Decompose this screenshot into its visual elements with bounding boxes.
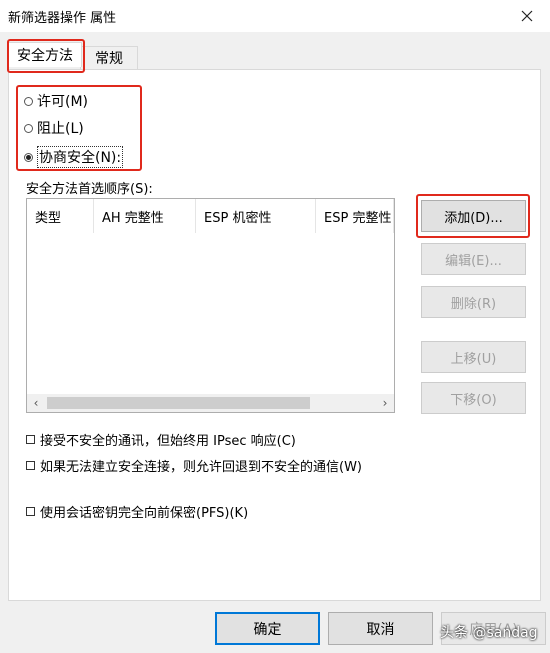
radio-negotiate-label: 协商安全(N): (37, 146, 124, 168)
close-button[interactable] (504, 0, 550, 32)
checkbox-allow-fallback[interactable]: 如果无法建立安全连接，则允许回退到不安全的通信(W) (26, 456, 362, 475)
close-icon (521, 10, 533, 22)
radio-circle (24, 123, 33, 133)
col-type[interactable]: 类型 (27, 199, 94, 233)
ok-button[interactable]: 确定 (215, 612, 320, 645)
checkbox-accept-unsecured-label: 接受不安全的通讯，但始终用 IPsec 响应(C) (40, 434, 296, 449)
horizontal-scrollbar[interactable]: ‹ › (27, 394, 394, 412)
watermark: 头条 @sandag (440, 625, 538, 641)
checkbox-pfs-label: 使用会话密钥完全向前保密(PFS)(K) (40, 506, 249, 521)
tab-security-methods[interactable]: 安全方法 (8, 42, 82, 67)
add-button[interactable]: 添加(D)... (421, 200, 526, 232)
scroll-thumb[interactable] (47, 397, 310, 409)
checkbox-accept-unsecured[interactable]: 接受不安全的通讯，但始终用 IPsec 响应(C) (26, 430, 296, 449)
edit-button[interactable]: 编辑(E)... (421, 243, 526, 275)
checkbox-pfs[interactable]: 使用会话密钥完全向前保密(PFS)(K) (26, 502, 248, 521)
checkbox-box (26, 507, 35, 516)
checkbox-box (26, 435, 35, 444)
radio-block-label: 阻止(L) (37, 121, 84, 137)
delete-button[interactable]: 删除(R) (421, 286, 526, 318)
tab-general[interactable]: 常规 (80, 46, 138, 69)
radio-negotiate[interactable]: 协商安全(N): (24, 146, 124, 168)
scroll-right-icon[interactable]: › (376, 394, 394, 412)
title-bar: 新筛选器操作 属性 (0, 0, 550, 32)
listview-header: 类型 AH 完整性 ESP 机密性 ESP 完整性 (27, 199, 394, 233)
checkbox-allow-fallback-label: 如果无法建立安全连接，则允许回退到不安全的通信(W) (40, 460, 362, 475)
radio-circle-selected (24, 152, 33, 162)
radio-block[interactable]: 阻止(L) (24, 118, 84, 138)
radio-circle (24, 96, 33, 106)
radio-permit-label: 许可(M) (37, 94, 89, 110)
move-up-button[interactable]: 上移(U) (421, 341, 526, 373)
methods-listview[interactable]: 类型 AH 完整性 ESP 机密性 ESP 完整性 ‹ › (26, 198, 395, 413)
col-esp-confidentiality[interactable]: ESP 机密性 (196, 199, 316, 233)
scroll-left-icon[interactable]: ‹ (27, 394, 45, 412)
col-ah-integrity[interactable]: AH 完整性 (94, 199, 196, 233)
window-title: 新筛选器操作 属性 (8, 11, 117, 26)
checkbox-box (26, 461, 35, 470)
radio-permit[interactable]: 许可(M) (24, 91, 88, 111)
methods-list-label: 安全方法首选顺序(S): (26, 182, 153, 197)
move-down-button[interactable]: 下移(O) (421, 382, 526, 414)
col-esp-integrity[interactable]: ESP 完整性 (316, 199, 394, 233)
cancel-button[interactable]: 取消 (328, 612, 433, 645)
